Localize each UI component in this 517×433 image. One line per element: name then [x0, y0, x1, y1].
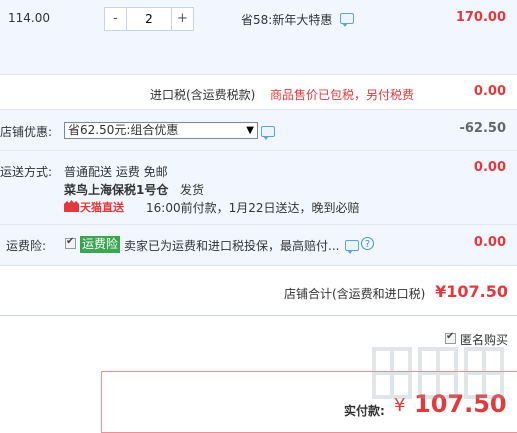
divider	[0, 150, 517, 151]
insurance-label: 运费险:	[6, 239, 47, 253]
watermark-logo	[372, 347, 504, 399]
insurance-text: 卖家已为运费和进口税投保，最高赔付...	[124, 239, 340, 253]
insurance-checkbox[interactable]	[65, 236, 76, 249]
quantity-input[interactable]	[126, 8, 172, 30]
message-icon[interactable]	[345, 240, 359, 254]
divider	[0, 224, 517, 225]
shop-discount-label: 店铺优惠:	[0, 125, 53, 139]
warehouse-name: 菜鸟上海保税1号仓	[64, 183, 169, 197]
quantity-stepper[interactable]: - +	[104, 7, 194, 31]
question-icon[interactable]: ?	[361, 237, 374, 250]
divider	[0, 315, 517, 316]
item-discount: 省58:新年大特惠	[241, 13, 333, 27]
divider	[0, 265, 517, 266]
shop-discount-select[interactable]: 省62.50元:组合优惠 ▼	[64, 122, 258, 139]
message-icon[interactable]	[261, 126, 275, 140]
shop-discount-selected: 省62.50元:组合优惠	[68, 123, 179, 137]
increase-button[interactable]: +	[172, 8, 193, 30]
insurance-amount: 0.00	[473, 235, 506, 250]
shipping-method: 普通配送 运费 免邮	[64, 165, 168, 179]
shop-discount-amount: -62.50	[459, 121, 506, 136]
shipping-label: 运送方式:	[0, 165, 53, 179]
tmall-icon	[64, 200, 79, 212]
shipping-amount: 0.00	[473, 160, 506, 175]
divider	[0, 74, 517, 75]
dispatch-text: 发货	[180, 183, 205, 197]
import-tax-notice: 商品售价已包税，另付税费	[270, 88, 415, 102]
chevron-down-icon: ▼	[246, 125, 254, 136]
message-icon[interactable]	[340, 13, 354, 27]
shop-total-value: ¥107.50	[435, 282, 508, 301]
shop-total-label: 店铺合计(含运费和进口税)	[284, 287, 426, 301]
service-badge: 天猫直送	[80, 201, 124, 214]
decrease-button[interactable]: -	[105, 8, 126, 30]
unit-price: 114.00	[8, 11, 50, 25]
item-subtotal: 170.00	[455, 10, 506, 25]
delivery-note: 16:00前付款，1月22日送达，晚到必赔	[146, 201, 360, 215]
import-tax-amount: 0.00	[473, 84, 506, 99]
import-tax-label: 进口税(含运费税款)	[150, 88, 256, 102]
insurance-tag: 运费险	[80, 236, 121, 253]
